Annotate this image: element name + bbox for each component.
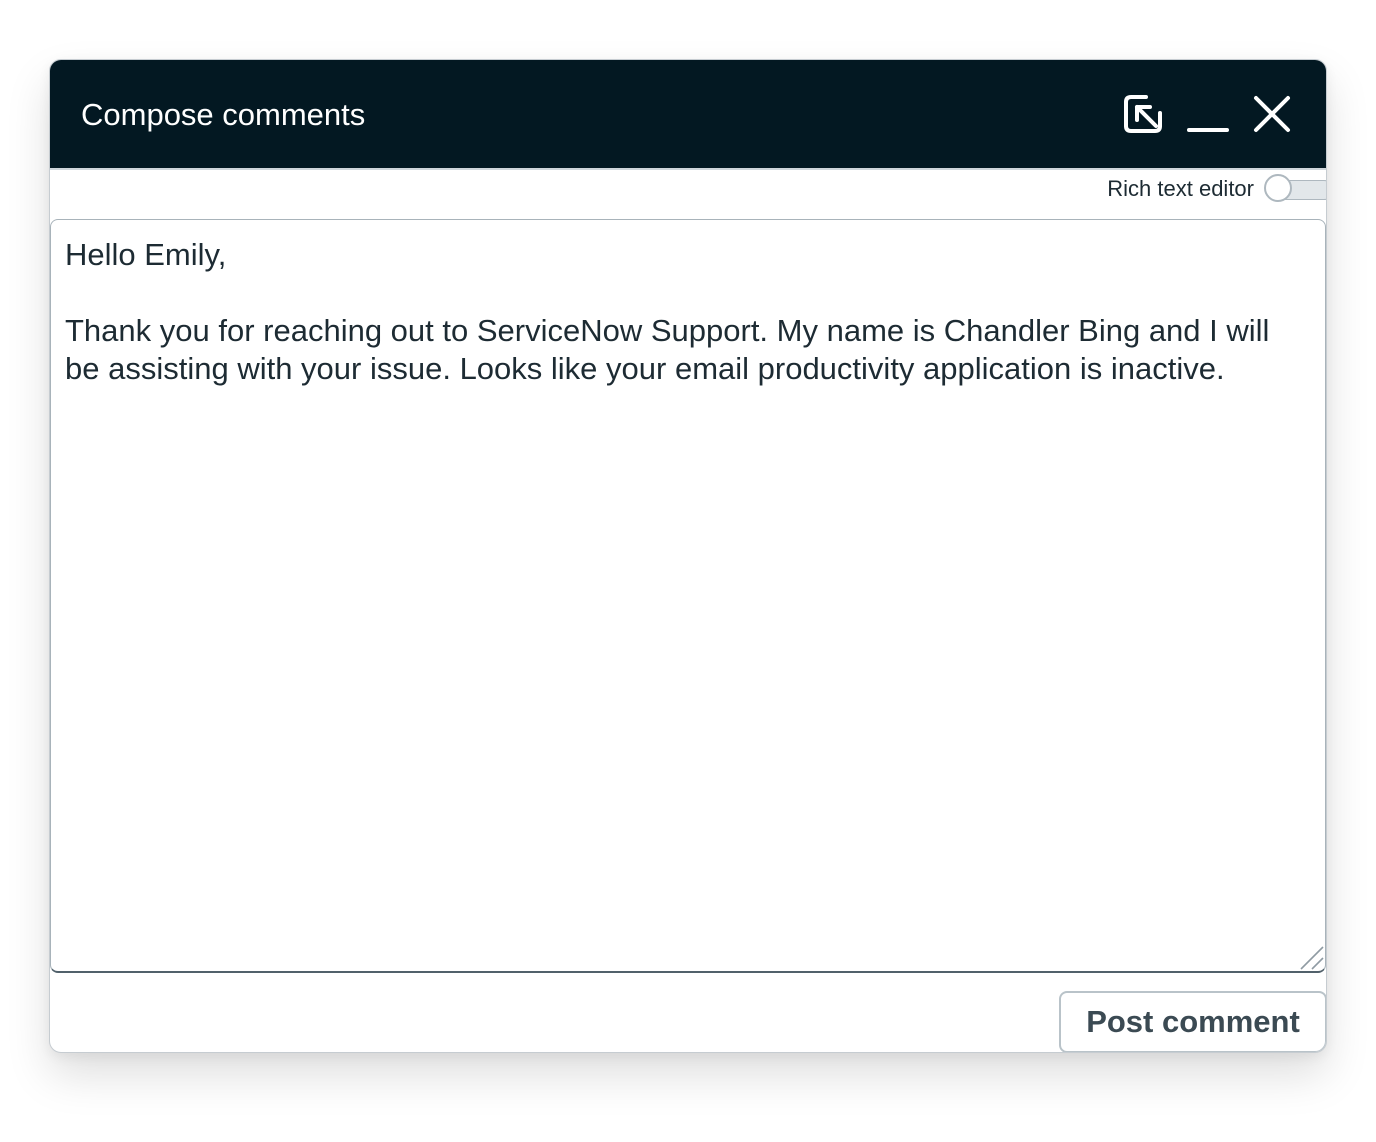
comment-text[interactable]: Hello Emily, Thank you for reaching out … [65, 236, 1305, 388]
dialog-header: Compose comments [50, 60, 1326, 170]
post-comment-button[interactable]: Post comment [1059, 991, 1326, 1052]
close-button[interactable] [1246, 88, 1298, 140]
popout-icon [1124, 95, 1162, 133]
minimize-icon [1187, 128, 1229, 132]
minimize-button[interactable] [1182, 88, 1234, 140]
close-icon [1254, 96, 1290, 132]
rich-text-editor-row: Rich text editor [50, 170, 1326, 218]
resize-grip-icon[interactable] [1297, 943, 1325, 971]
compose-comments-dialog: Compose comments Rich text editor Hello … [49, 59, 1327, 1053]
toggle-knob [1264, 174, 1292, 202]
rich-text-editor-label: Rich text editor [1107, 176, 1254, 201]
rich-text-editor-toggle[interactable] [1264, 174, 1326, 202]
popout-button[interactable] [1117, 88, 1169, 140]
dialog-title: Compose comments [81, 97, 366, 132]
comment-textarea[interactable]: Hello Emily, Thank you for reaching out … [50, 219, 1326, 973]
